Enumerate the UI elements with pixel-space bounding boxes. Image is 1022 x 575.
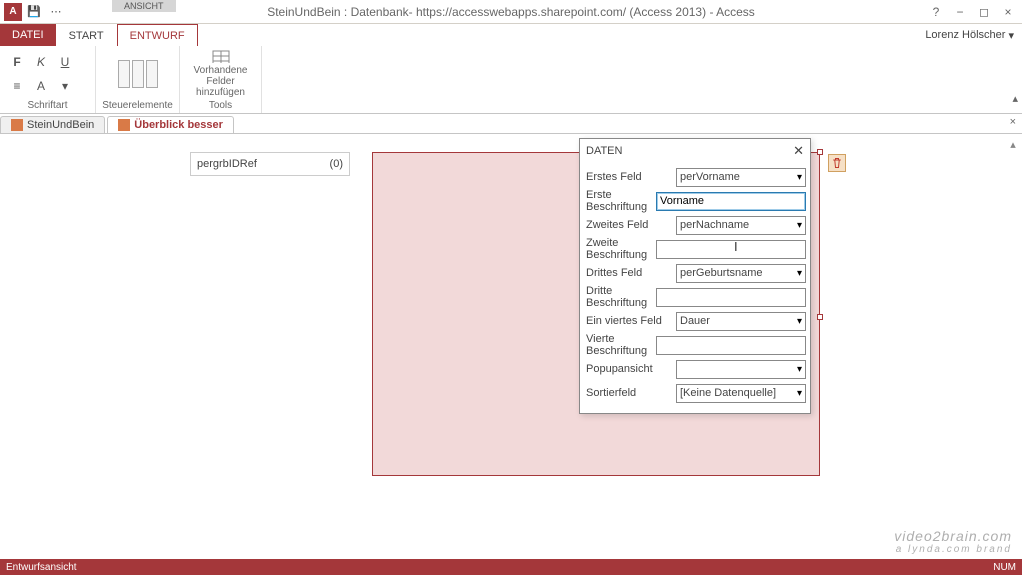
field-label: Vierte Beschriftung [584, 333, 656, 357]
chevron-down-icon: ▾ [797, 268, 802, 279]
field-label: Ein viertes Feld [584, 315, 676, 327]
chevron-down-icon: ▾ [797, 220, 802, 231]
group-controls: Steuerelemente [96, 46, 180, 113]
second-caption-input[interactable] [656, 240, 806, 259]
design-surface: ▴ pergrbIDRef (0) DATEN ✕ Erstes Feld pe… [0, 134, 1022, 559]
field-reference-box[interactable]: pergrbIDRef (0) [190, 152, 350, 176]
panel-title: DATEN [586, 145, 622, 157]
first-caption-input[interactable] [656, 192, 806, 211]
save-button[interactable]: 💾 [24, 2, 44, 22]
quick-access-toolbar: A 💾 ⋯ [0, 2, 66, 22]
contextual-tab-label: ANSICHT [112, 0, 176, 12]
field-label: Zweites Feld [584, 219, 676, 231]
third-caption-input[interactable] [656, 288, 806, 307]
form-icon [118, 119, 130, 131]
trash-icon [831, 157, 843, 169]
font-more-button[interactable]: ▾ [54, 75, 76, 97]
table-icon [212, 50, 230, 63]
field-count: (0) [330, 158, 343, 170]
file-tab[interactable]: DATEI [0, 24, 56, 46]
close-tab-button[interactable]: × [1010, 116, 1016, 128]
popup-view-select[interactable]: ▾ [676, 360, 806, 379]
start-tab[interactable]: START [56, 24, 117, 46]
ribbon: F K U ≡ A ▾ Schriftart Steuerelemente Vo… [0, 46, 1022, 114]
delete-button[interactable] [828, 154, 846, 172]
chevron-down-icon: ▾ [797, 364, 802, 375]
field-label: Erste Beschriftung [584, 189, 656, 213]
chevron-down-icon: ▾ [797, 316, 802, 327]
third-field-select[interactable]: perGeburtsname▾ [676, 264, 806, 283]
field-label: Zweite Beschriftung [584, 237, 656, 261]
object-tabs: SteinUndBein Überblick besser × [0, 114, 1022, 134]
group-controls-label: Steuerelemente [102, 100, 173, 111]
status-right: NUM [993, 562, 1016, 573]
tab-label: SteinUndBein [27, 119, 94, 131]
tab-steinundbein[interactable]: SteinUndBein [0, 116, 105, 133]
user-name: Lorenz Hölscher [925, 29, 1005, 41]
first-field-select[interactable]: perVorname▾ [676, 168, 806, 187]
window-controls: ? − ◻ × [926, 0, 1018, 24]
scroll-up-button[interactable]: ▴ [1006, 138, 1020, 152]
field-label: Popupansicht [584, 363, 676, 375]
underline-button[interactable]: U [54, 51, 76, 73]
field-label: Sortierfeld [584, 387, 676, 399]
field-name: pergrbIDRef [197, 158, 257, 170]
data-panel: DATEN ✕ Erstes Feld perVorname▾ Erste Be… [579, 138, 811, 414]
help-button[interactable]: ? [926, 2, 946, 22]
field-label: Erstes Feld [584, 171, 676, 183]
italic-button[interactable]: K [30, 51, 52, 73]
ribbon-tabs: DATEI START ENTWURF Lorenz Hölscher ▾ [0, 24, 1022, 46]
close-button[interactable]: × [998, 2, 1018, 22]
chevron-down-icon: ▾ [1008, 29, 1014, 42]
font-color-button[interactable]: A [30, 75, 52, 97]
align-button[interactable]: ≡ [6, 75, 28, 97]
group-font: F K U ≡ A ▾ Schriftart [0, 46, 96, 113]
fourth-caption-input[interactable] [656, 336, 806, 355]
add-existing-fields-button[interactable]: Vorhandene Felder hinzufügen [191, 50, 251, 98]
fourth-field-select[interactable]: Dauer▾ [676, 312, 806, 331]
bold-button[interactable]: F [6, 51, 28, 73]
chevron-down-icon: ▾ [797, 172, 802, 183]
chevron-down-icon: ▾ [797, 388, 802, 399]
panel-close-button[interactable]: ✕ [793, 143, 804, 159]
collapse-ribbon-button[interactable]: ▴ [1012, 92, 1018, 105]
group-font-label: Schriftart [6, 100, 89, 111]
sort-field-select[interactable]: [Keine Datenquelle]▾ [676, 384, 806, 403]
table-icon [11, 119, 23, 131]
status-bar: Entwurfsansicht NUM [0, 559, 1022, 575]
restore-button[interactable]: ◻ [974, 2, 994, 22]
account-menu[interactable]: Lorenz Hölscher ▾ [925, 24, 1014, 46]
group-tools: Vorhandene Felder hinzufügen Tools [180, 46, 262, 113]
app-icon[interactable]: A [4, 3, 22, 21]
entwurf-tab[interactable]: ENTWURF [117, 24, 198, 46]
tab-label: Überblick besser [134, 119, 223, 131]
status-left: Entwurfsansicht [6, 562, 77, 573]
controls-gallery[interactable] [118, 60, 158, 88]
field-label: Drittes Feld [584, 267, 676, 279]
qat-more-button[interactable]: ⋯ [46, 2, 66, 22]
minimize-button[interactable]: − [950, 2, 970, 22]
tab-ueberblick-besser[interactable]: Überblick besser [107, 116, 234, 133]
second-field-select[interactable]: perNachname▾ [676, 216, 806, 235]
field-label: Dritte Beschriftung [584, 285, 656, 309]
add-existing-fields-label: Vorhandene Felder hinzufügen [191, 65, 251, 98]
title-bar: A 💾 ⋯ ANSICHT SteinUndBein : Datenbank- … [0, 0, 1022, 24]
group-tools-label: Tools [186, 100, 255, 111]
